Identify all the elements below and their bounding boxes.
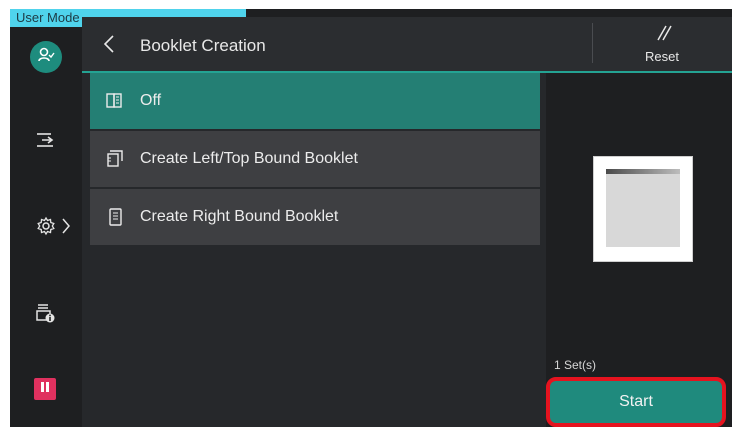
options-panel: Off Create Left/Top Bound Booklet Create… xyxy=(82,73,546,427)
user-icon xyxy=(36,45,56,70)
header-bar: Booklet Creation Reset xyxy=(82,17,732,73)
booklet-off-icon xyxy=(104,90,126,112)
sets-count: 1 Set(s) xyxy=(554,358,597,372)
job-status-icon xyxy=(34,302,56,329)
user-avatar-button[interactable] xyxy=(30,41,62,73)
job-status-button[interactable] xyxy=(32,302,58,328)
settings-icon xyxy=(36,216,56,241)
left-bound-booklet-icon xyxy=(104,148,126,170)
preview-sheet xyxy=(606,169,680,247)
pause-icon xyxy=(39,380,51,398)
option-off[interactable]: Off xyxy=(90,73,540,129)
option-label: Off xyxy=(140,92,162,109)
input-button[interactable] xyxy=(32,129,58,155)
device-screen: User Mode Booklet Creation Reset Off Cre… xyxy=(10,9,732,427)
input-icon xyxy=(34,129,56,156)
pause-button[interactable] xyxy=(34,378,56,400)
right-bound-booklet-icon xyxy=(104,206,126,228)
header-divider xyxy=(592,23,593,63)
start-button[interactable]: Start xyxy=(546,377,726,427)
reset-icon xyxy=(652,24,672,47)
option-label: Create Left/Top Bound Booklet xyxy=(140,150,358,167)
option-left-top-bound-booklet[interactable]: Create Left/Top Bound Booklet xyxy=(90,131,540,187)
back-button[interactable] xyxy=(94,31,124,61)
preview-binding-bar xyxy=(606,169,680,174)
reset-label: Reset xyxy=(645,49,679,64)
chevron-right-icon xyxy=(62,218,70,239)
settings-button[interactable] xyxy=(30,215,76,241)
booklet-preview-image xyxy=(594,157,692,261)
preview-panel: 1 Set(s) Start xyxy=(546,73,732,427)
option-label: Create Right Bound Booklet xyxy=(140,208,339,225)
reset-button[interactable]: Reset xyxy=(597,17,727,71)
chevron-left-icon xyxy=(103,34,114,58)
page-title: Booklet Creation xyxy=(140,36,266,55)
sidebar xyxy=(10,27,82,427)
option-right-bound-booklet[interactable]: Create Right Bound Booklet xyxy=(90,189,540,245)
